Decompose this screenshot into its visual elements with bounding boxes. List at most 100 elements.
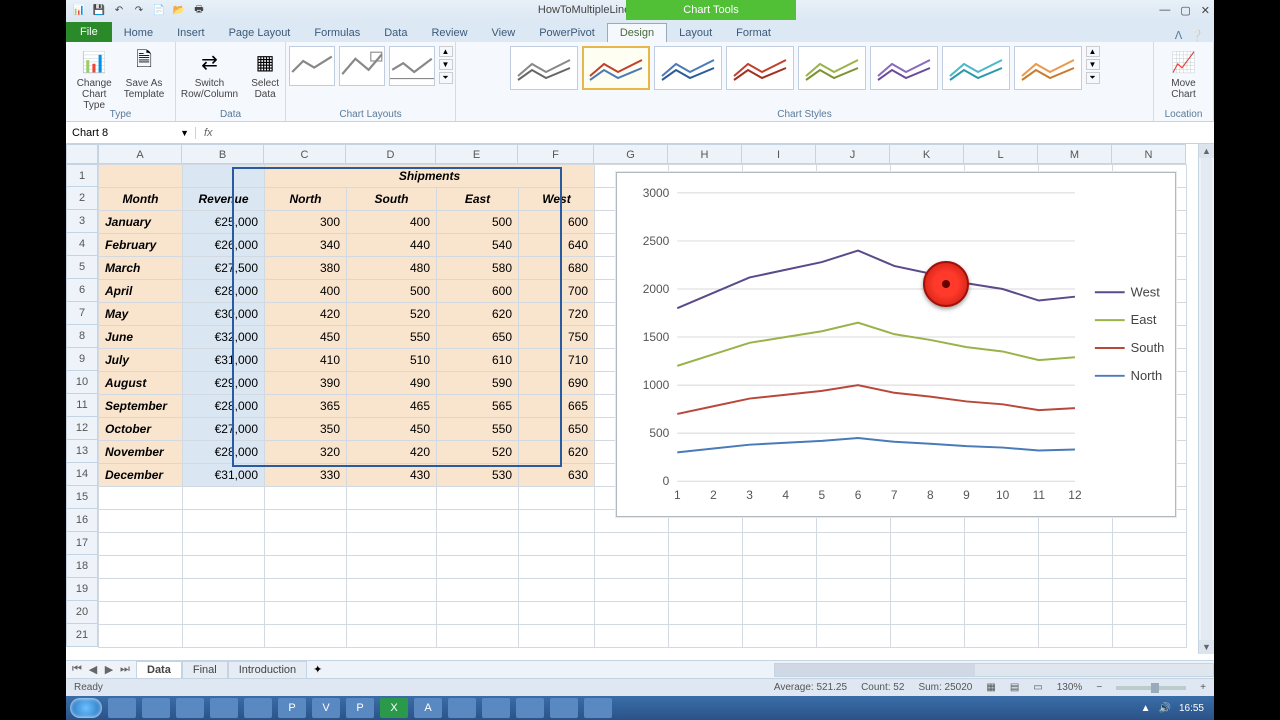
cell[interactable] (265, 510, 347, 533)
cell[interactable]: 620 (437, 303, 519, 326)
tray-icon[interactable]: ▲ (1141, 703, 1151, 714)
cell[interactable] (743, 579, 817, 602)
cell[interactable]: 640 (519, 234, 595, 257)
cell[interactable] (743, 533, 817, 556)
cell[interactable]: September (99, 395, 183, 418)
cell[interactable]: August (99, 372, 183, 395)
style-scroll-down-icon[interactable]: ▼ (1086, 59, 1100, 70)
cell[interactable]: October (99, 418, 183, 441)
cell[interactable] (965, 533, 1039, 556)
cell[interactable]: 690 (519, 372, 595, 395)
cell[interactable] (519, 556, 595, 579)
chart-style-2[interactable] (582, 46, 650, 90)
cell[interactable]: €29,000 (183, 372, 265, 395)
save-as-template-button[interactable]: 🗎 Save As Template (120, 46, 169, 102)
cell[interactable] (437, 556, 519, 579)
redo-icon[interactable]: ↷ (132, 3, 146, 17)
cell[interactable]: €31,000 (183, 349, 265, 372)
cell[interactable] (891, 556, 965, 579)
zoom-in-icon[interactable]: + (1200, 682, 1206, 693)
cell[interactable] (183, 579, 265, 602)
tab-file[interactable]: File (66, 22, 112, 42)
row-header-15[interactable]: 15 (66, 486, 98, 509)
cell[interactable] (743, 602, 817, 625)
cell[interactable] (99, 533, 183, 556)
cell[interactable]: 600 (519, 211, 595, 234)
tab-design[interactable]: Design (607, 23, 667, 42)
taskbar-app-10[interactable] (448, 698, 476, 718)
cell[interactable]: North (265, 188, 347, 211)
cell[interactable] (965, 625, 1039, 648)
cell[interactable]: 350 (265, 418, 347, 441)
cell[interactable]: July (99, 349, 183, 372)
cell[interactable]: January (99, 211, 183, 234)
cell[interactable] (669, 533, 743, 556)
cell[interactable] (347, 533, 437, 556)
change-chart-type-button[interactable]: 📊 Change Chart Type (73, 46, 116, 113)
cell[interactable]: 420 (347, 441, 437, 464)
chart-style-3[interactable] (654, 46, 722, 90)
minimize-ribbon-icon[interactable]: ᐱ (1175, 29, 1183, 42)
chart-style-4[interactable] (726, 46, 794, 90)
cell[interactable] (99, 625, 183, 648)
cell[interactable] (99, 579, 183, 602)
col-header-C[interactable]: C (264, 144, 346, 164)
cell[interactable]: 565 (437, 395, 519, 418)
cell[interactable] (817, 625, 891, 648)
cell[interactable] (265, 579, 347, 602)
taskbar-app-2[interactable] (142, 698, 170, 718)
cell[interactable]: Revenue (183, 188, 265, 211)
cell[interactable]: 420 (265, 303, 347, 326)
col-header-L[interactable]: L (964, 144, 1038, 164)
layout-more-icon[interactable]: ⏷ (439, 72, 453, 84)
cell[interactable] (965, 556, 1039, 579)
cell[interactable] (1113, 533, 1187, 556)
cell[interactable]: December (99, 464, 183, 487)
cell[interactable] (1039, 602, 1113, 625)
select-data-button[interactable]: ▦ Select Data (246, 46, 284, 102)
cell[interactable] (183, 165, 265, 188)
cell[interactable]: April (99, 280, 183, 303)
row-header-8[interactable]: 8 (66, 325, 98, 348)
name-box[interactable]: Chart 8 ▼ (66, 127, 196, 139)
cell[interactable]: 320 (265, 441, 347, 464)
tray-icon-2[interactable]: 🔊 (1159, 703, 1171, 714)
cell[interactable]: 380 (265, 257, 347, 280)
col-header-J[interactable]: J (816, 144, 890, 164)
cell[interactable] (1113, 625, 1187, 648)
view-normal-icon[interactable]: ▦ (986, 682, 995, 693)
cell[interactable] (595, 579, 669, 602)
cell[interactable] (347, 602, 437, 625)
cell[interactable] (437, 487, 519, 510)
cell[interactable]: November (99, 441, 183, 464)
scroll-up-icon[interactable]: ▲ (1199, 144, 1214, 158)
select-all-corner[interactable] (66, 144, 98, 164)
cell[interactable] (183, 625, 265, 648)
cell[interactable]: 700 (519, 280, 595, 303)
cell[interactable] (669, 602, 743, 625)
cell[interactable] (1113, 602, 1187, 625)
cell[interactable]: 530 (437, 464, 519, 487)
chart-layout-3[interactable] (389, 46, 435, 86)
cell[interactable]: 540 (437, 234, 519, 257)
style-scroll-up-icon[interactable]: ▲ (1086, 46, 1100, 57)
layout-scroll-down-icon[interactable]: ▼ (439, 59, 453, 70)
cell[interactable]: €28,000 (183, 395, 265, 418)
row-header-20[interactable]: 20 (66, 601, 98, 624)
cell[interactable] (437, 579, 519, 602)
row-header-9[interactable]: 9 (66, 348, 98, 371)
cell[interactable]: 630 (519, 464, 595, 487)
cell[interactable] (265, 533, 347, 556)
cell[interactable] (437, 625, 519, 648)
row-header-18[interactable]: 18 (66, 555, 98, 578)
cell[interactable] (669, 579, 743, 602)
zoom-level[interactable]: 130% (1057, 682, 1083, 693)
row-header-21[interactable]: 21 (66, 624, 98, 647)
row-header-19[interactable]: 19 (66, 578, 98, 601)
taskbar-app-14[interactable] (584, 698, 612, 718)
cell[interactable] (99, 165, 183, 188)
cell[interactable]: 390 (265, 372, 347, 395)
cell[interactable] (347, 556, 437, 579)
cell[interactable] (437, 602, 519, 625)
undo-icon[interactable]: ↶ (112, 3, 126, 17)
